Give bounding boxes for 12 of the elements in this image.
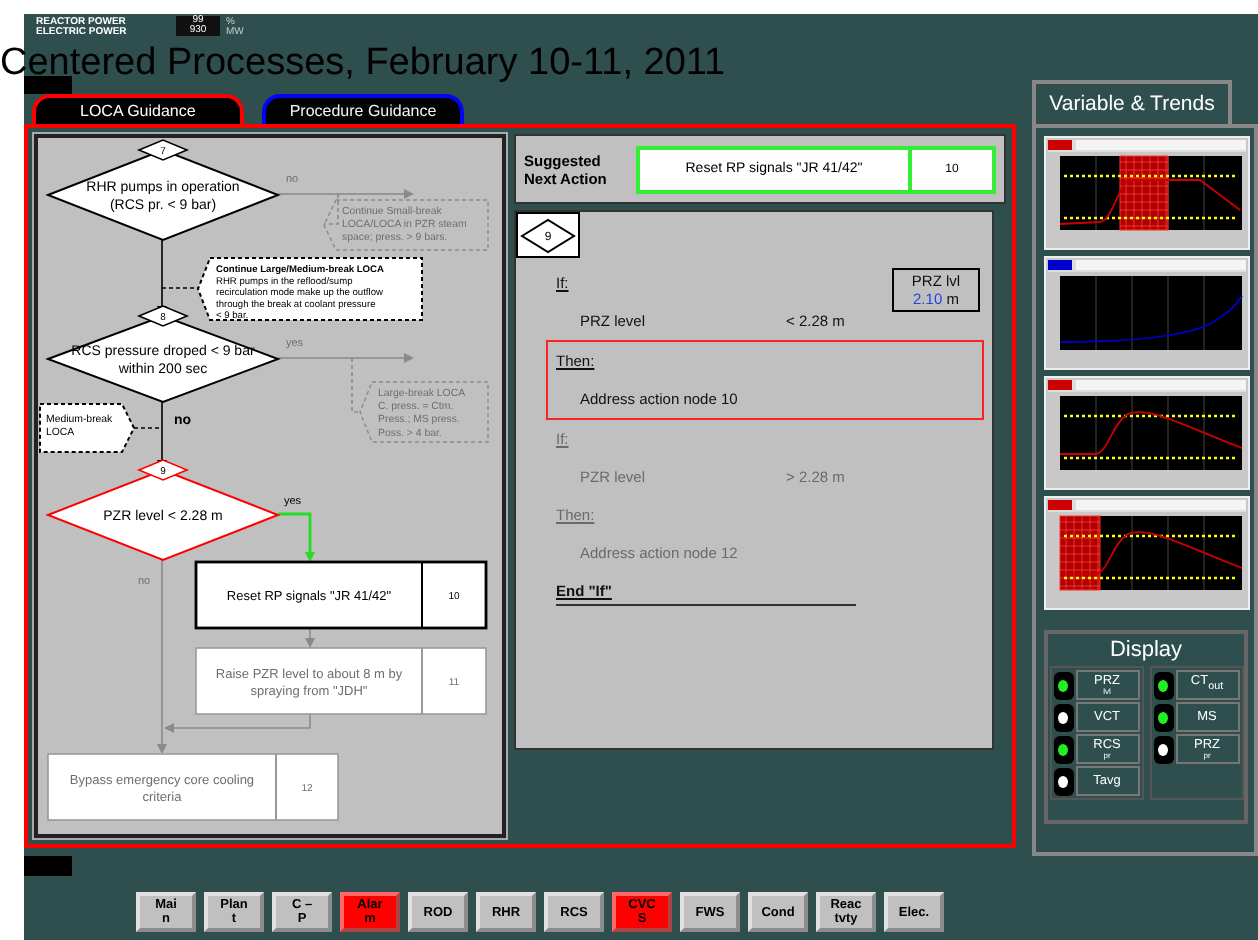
leader-line [351,357,361,413]
number-tag [136,305,190,327]
tab[interactable]: Procedure Guidance [261,94,465,124]
leader-line [323,193,339,225]
tab[interactable]: Variable & Trends [1032,80,1232,124]
status-square [24,856,72,876]
number-tag [136,459,190,481]
number-tag [136,139,190,161]
leader-line [161,287,199,289]
display-title: Display [1109,638,1183,662]
tab[interactable]: LOCA Guidance [32,94,244,124]
leader-line [133,427,163,429]
